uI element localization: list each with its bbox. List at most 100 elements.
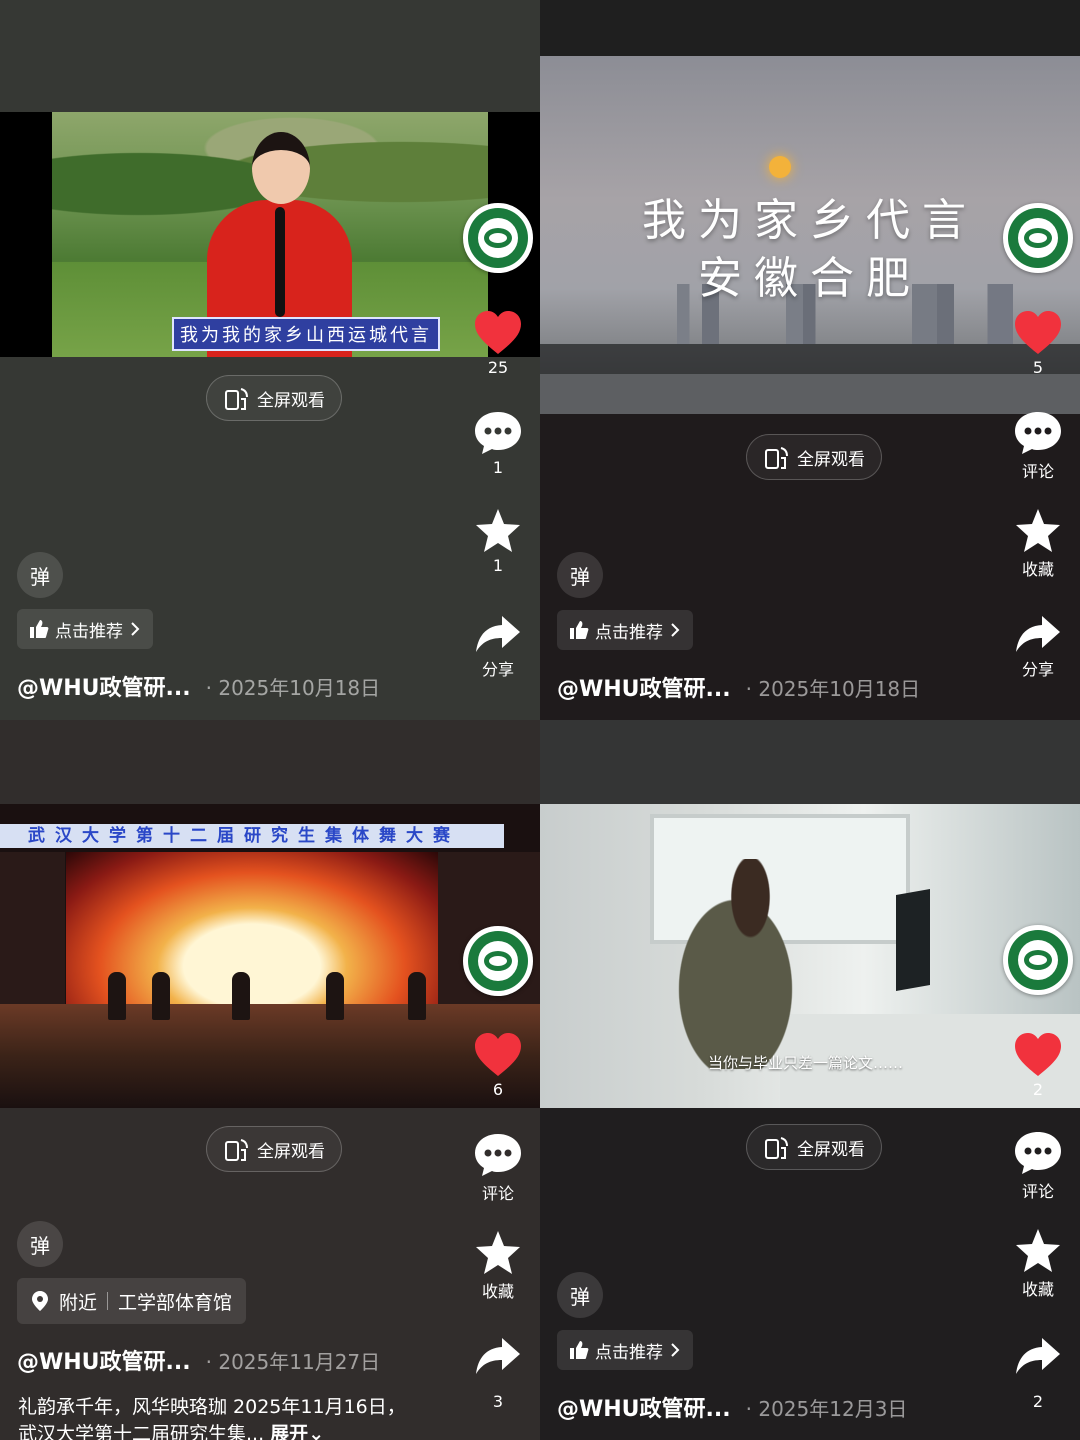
author-avatar[interactable] [463, 203, 533, 273]
like-button[interactable]: 6 [458, 1032, 538, 1099]
star-icon [476, 509, 520, 552]
comment-label: 评论 [481, 1184, 514, 1203]
location-prefix: 附近 [59, 1291, 98, 1314]
video-caption: 当你与毕业只差一篇论文…… [708, 1054, 904, 1072]
post-date: · 2025年12月3日 [745, 1397, 908, 1421]
post-description: 礼韵承千年，风华映珞珈 2025年11月16日，武汉大学第十二届研究生集... … [18, 1394, 418, 1440]
share-arrow-icon [476, 616, 520, 652]
like-button[interactable]: 5 [998, 310, 1078, 377]
author-name[interactable]: @WHU政管研... [17, 676, 191, 701]
post-meta: @WHU政管研... · 2025年12月3日 [557, 1391, 907, 1423]
star-icon [476, 1231, 520, 1274]
video-card-4[interactable]: 当你与毕业只差一篇论文…… 2 评论 收藏 2 全屏观看 弹 点击推荐 @WHU… [540, 720, 1080, 1440]
share-button[interactable]: 分享 [998, 614, 1078, 680]
comment-button[interactable]: 评论 [998, 1130, 1078, 1202]
favorite-count: 1 [492, 556, 504, 575]
recommend-button[interactable]: 点击推荐 [17, 609, 153, 649]
rotate-screen-icon [765, 1137, 788, 1159]
fullscreen-label: 全屏观看 [797, 449, 865, 470]
favorite-button[interactable]: 收藏 [998, 508, 1078, 580]
author-name[interactable]: @WHU政管研... [557, 677, 731, 702]
like-count: 2 [1032, 1080, 1044, 1099]
danmu-label: 弹 [570, 1284, 590, 1309]
danmu-toggle[interactable]: 弹 [557, 1272, 603, 1318]
danmu-toggle[interactable]: 弹 [17, 1221, 63, 1267]
comment-button[interactable]: 评论 [998, 410, 1078, 482]
video-feed-grid: 我为我的家乡山西运城代言 25 1 1 分享 全屏观看 弹 点击推荐 @WHU政… [0, 0, 1080, 1440]
comment-button[interactable]: 评论 [458, 1132, 538, 1204]
recommend-label: 点击推荐 [595, 622, 663, 643]
share-count: 2 [1032, 1392, 1044, 1411]
location-pin-icon [32, 1291, 48, 1311]
like-count: 25 [487, 358, 509, 377]
like-button[interactable]: 25 [458, 310, 538, 377]
share-arrow-icon [476, 1338, 520, 1374]
fullscreen-button[interactable]: 全屏观看 [746, 1124, 882, 1170]
favorite-label: 收藏 [1021, 560, 1054, 579]
comment-label: 评论 [1021, 462, 1054, 481]
share-arrow-icon [1016, 616, 1060, 652]
favorite-button[interactable]: 1 [458, 508, 538, 575]
video-card-3[interactable]: 武汉大学第十二届研究生集体舞大赛 6 评论 收藏 3 全屏观看 弹 附近 工学部… [0, 720, 540, 1440]
star-icon [1016, 509, 1060, 552]
post-meta: @WHU政管研... · 2025年10月18日 [17, 670, 380, 702]
heart-icon [1015, 311, 1061, 354]
post-date: · 2025年10月18日 [745, 677, 921, 701]
heart-icon [475, 311, 521, 354]
chevron-right-icon [671, 623, 680, 637]
author-avatar[interactable] [1003, 925, 1073, 995]
author-name[interactable]: @WHU政管研... [17, 1350, 191, 1375]
video-title-line1: 我为家乡代言 [642, 195, 978, 246]
comment-label: 评论 [1021, 1182, 1054, 1201]
video-banner: 武汉大学第十二届研究生集体舞大赛 [0, 824, 504, 848]
favorite-button[interactable]: 收藏 [458, 1230, 538, 1302]
author-name[interactable]: @WHU政管研... [557, 1397, 731, 1422]
danmu-label: 弹 [30, 564, 50, 589]
video-card-2[interactable]: 我为家乡代言 安徽合肥 5 评论 收藏 分享 全屏观看 弹 点击推荐 @WHU政… [540, 0, 1080, 720]
comment-bubble-icon [475, 1134, 521, 1176]
fullscreen-button[interactable]: 全屏观看 [746, 434, 882, 480]
author-avatar[interactable] [1003, 203, 1073, 273]
location-divider [107, 1292, 109, 1310]
comment-button[interactable]: 1 [458, 410, 538, 477]
location-tag[interactable]: 附近 工学部体育馆 [17, 1278, 247, 1324]
like-count: 5 [1032, 358, 1044, 377]
like-button[interactable]: 2 [998, 1032, 1078, 1099]
expand-button[interactable]: 展开⌄ [270, 1423, 324, 1440]
rotate-screen-icon [225, 388, 248, 410]
share-count: 3 [492, 1392, 504, 1411]
location-name: 工学部体育馆 [118, 1291, 233, 1314]
thumbs-up-icon [30, 620, 49, 638]
comment-bubble-icon [1015, 412, 1061, 454]
recommend-label: 点击推荐 [595, 1342, 663, 1363]
rotate-screen-icon [225, 1139, 248, 1161]
thumbs-up-icon [570, 621, 589, 639]
fullscreen-button[interactable]: 全屏观看 [206, 375, 342, 421]
thumbs-up-icon [570, 1341, 589, 1359]
video-card-1[interactable]: 我为我的家乡山西运城代言 25 1 1 分享 全屏观看 弹 点击推荐 @WHU政… [0, 0, 540, 720]
chevron-right-icon [671, 1343, 680, 1357]
favorite-label: 收藏 [481, 1282, 514, 1301]
comment-bubble-icon [1015, 1132, 1061, 1174]
share-button[interactable]: 3 [458, 1336, 538, 1411]
recommend-button[interactable]: 点击推荐 [557, 1330, 693, 1370]
comment-bubble-icon [475, 412, 521, 454]
author-avatar[interactable] [463, 926, 533, 996]
recommend-button[interactable]: 点击推荐 [557, 610, 693, 650]
danmu-toggle[interactable]: 弹 [17, 552, 63, 598]
danmu-label: 弹 [30, 1233, 50, 1258]
heart-icon [475, 1033, 521, 1076]
favorite-label: 收藏 [1021, 1280, 1054, 1299]
star-icon [1016, 1229, 1060, 1272]
fullscreen-button[interactable]: 全屏观看 [206, 1126, 342, 1172]
favorite-button[interactable]: 收藏 [998, 1228, 1078, 1300]
video-title-line2: 安徽合肥 [698, 253, 922, 304]
fullscreen-label: 全屏观看 [257, 390, 325, 411]
danmu-toggle[interactable]: 弹 [557, 552, 603, 598]
video-frame: 我为我的家乡山西运城代言 [52, 112, 488, 357]
chevron-right-icon [131, 622, 140, 636]
rotate-screen-icon [765, 447, 788, 469]
share-button[interactable]: 2 [998, 1336, 1078, 1411]
share-button[interactable]: 分享 [458, 614, 538, 680]
recommend-label: 点击推荐 [55, 621, 123, 642]
